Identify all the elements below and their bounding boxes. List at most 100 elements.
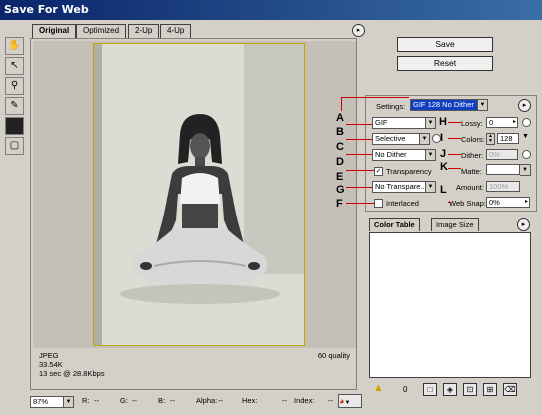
- callout-h: H: [439, 116, 447, 128]
- r-label: R:: [82, 396, 90, 405]
- settings-label: Settings:: [376, 102, 406, 111]
- image-size: 33.54K: [39, 360, 63, 369]
- callout-line: [346, 139, 372, 140]
- hex-label: Hex:: [242, 396, 258, 405]
- index-label: Index:: [294, 396, 315, 405]
- colors-value: 128: [500, 134, 513, 143]
- settings-menu-icon[interactable]: ▸: [518, 99, 531, 112]
- eyedropper-color-swatch[interactable]: [5, 117, 24, 135]
- trash-icon[interactable]: ⌫: [503, 383, 517, 396]
- chevron-down-icon: ▼: [520, 165, 530, 175]
- slider-arrow-icon[interactable]: ▸: [513, 118, 516, 127]
- chevron-down-icon: ▼: [425, 182, 435, 192]
- callout-line: [346, 203, 374, 204]
- reset-button[interactable]: Reset: [397, 56, 493, 71]
- alpha-label: Alpha:: [196, 396, 218, 405]
- lossy-mask-icon[interactable]: [522, 118, 531, 127]
- chevron-down-icon: ▼: [425, 150, 435, 160]
- transparency-checkbox[interactable]: ✓: [374, 167, 383, 176]
- dither-algorithm-dropdown[interactable]: No Dither ▼: [372, 149, 436, 161]
- settings-preset-dropdown[interactable]: GIF 128 No Dither ▼: [410, 99, 488, 111]
- chevron-down-icon: ▼: [425, 118, 435, 128]
- slice-select-tool-icon[interactable]: ↖: [5, 57, 24, 75]
- zoom-dropdown[interactable]: 87% ▼: [30, 396, 74, 408]
- lossy-field[interactable]: 0 ▸: [486, 117, 518, 128]
- format-dropdown[interactable]: GIF ▼: [372, 117, 436, 129]
- eyedropper-tool-icon[interactable]: ✎: [5, 97, 24, 115]
- r-value: --: [94, 396, 99, 405]
- dither-field[interactable]: 0%: [486, 149, 518, 160]
- matte-swatch[interactable]: [486, 164, 520, 175]
- matte-dropdown[interactable]: ▼: [520, 164, 531, 176]
- callout-line: [448, 202, 451, 203]
- lossy-value: 0: [489, 118, 494, 127]
- tab-original[interactable]: Original: [32, 24, 77, 39]
- chevron-down-icon: ▼: [477, 100, 487, 110]
- new-color-icon[interactable]: ⊞: [483, 383, 497, 396]
- status-bar: 87% ▼ R: -- G: -- B: -- Alpha: -- Hex: -…: [30, 393, 366, 411]
- colors-stepper-icon[interactable]: ▲ ▼: [486, 133, 495, 145]
- alpha-value: --: [218, 396, 223, 405]
- zoom-value: 87%: [33, 397, 49, 406]
- b-label: B:: [158, 396, 166, 405]
- callout-line: [448, 122, 461, 123]
- callout-j: J: [440, 148, 447, 160]
- transparency-dither-dropdown[interactable]: No Transpare... ▼: [372, 181, 436, 193]
- amount-label: Amount:: [456, 183, 484, 192]
- dither-mask-icon[interactable]: [522, 150, 531, 159]
- image-format: JPEG: [39, 351, 59, 360]
- callout-b: B: [336, 126, 344, 138]
- amount-field[interactable]: 100%: [486, 181, 520, 192]
- lock-color-icon[interactable]: ⊡: [463, 383, 477, 396]
- callout-line: [448, 138, 461, 139]
- hand-tool-icon[interactable]: ✋: [5, 37, 24, 55]
- callout-line: [341, 97, 409, 98]
- callout-f: F: [336, 198, 343, 210]
- tab-image-size[interactable]: Image Size: [431, 218, 479, 231]
- preview-image[interactable]: [93, 43, 305, 346]
- lossy-label: Lossy:: [461, 119, 483, 128]
- web-snap-field[interactable]: 0% ▸: [486, 197, 530, 208]
- tab-2up[interactable]: 2-Up: [128, 24, 160, 38]
- callout-c: C: [336, 141, 344, 153]
- colors-field[interactable]: 128: [497, 133, 519, 144]
- color-table-grid[interactable]: [369, 232, 531, 378]
- matte-label: Matte:: [461, 167, 482, 176]
- interlaced-checkbox[interactable]: [374, 199, 383, 208]
- tab-color-table[interactable]: Color Table: [369, 218, 420, 231]
- callout-line: [346, 170, 374, 171]
- hex-value: --: [282, 396, 287, 405]
- chevron-down-icon: ▼: [63, 397, 73, 407]
- chevron-down-icon: ▼: [344, 400, 351, 406]
- tab-4up[interactable]: 4-Up: [160, 24, 192, 38]
- color-table-menu-icon[interactable]: ▸: [517, 218, 530, 231]
- slider-arrow-icon[interactable]: ▸: [525, 198, 528, 207]
- transparency-dither-value: No Transpare...: [375, 182, 427, 191]
- zoom-tool-icon[interactable]: ⚲: [5, 77, 24, 95]
- g-label: G:: [120, 396, 128, 405]
- color-count: 0: [403, 385, 408, 394]
- toggle-slices-icon[interactable]: ▢: [5, 137, 24, 155]
- callout-line: [448, 168, 461, 169]
- web-shift-icon[interactable]: ◈: [443, 383, 457, 396]
- dither-algorithm-value: No Dither: [375, 150, 407, 159]
- preview-menu-icon[interactable]: ▸: [352, 24, 365, 37]
- browser-preview-button[interactable]: ◕▼: [338, 394, 362, 408]
- amount-value: 100%: [489, 182, 509, 191]
- callout-line: [346, 154, 372, 155]
- palette-dropdown[interactable]: Selective ▼: [372, 133, 430, 145]
- yoga-woman-image: [94, 44, 304, 345]
- tab-optimized[interactable]: Optimized: [76, 24, 127, 38]
- color-table-panel: Color Table Image Size ▸ ▲ 0 □ ◈ ⊡ ⊞ ⌫: [365, 218, 537, 408]
- web-snap-value: 0%: [489, 198, 500, 207]
- download-time: 13 sec @ 28.8Kbps: [39, 369, 105, 378]
- settings-preset-value: GIF 128 No Dither: [413, 100, 474, 109]
- chevron-down-icon[interactable]: ▼: [522, 133, 529, 140]
- palette-value: Selective: [375, 134, 406, 143]
- map-transparent-icon[interactable]: □: [423, 383, 437, 396]
- image-quality: 60 quality: [317, 351, 350, 360]
- b-value: --: [170, 396, 175, 405]
- preview-canvas: JPEG 33.54K 13 sec @ 28.8Kbps 60 quality: [30, 38, 357, 390]
- save-button[interactable]: Save: [397, 37, 493, 52]
- callout-l: L: [440, 184, 447, 196]
